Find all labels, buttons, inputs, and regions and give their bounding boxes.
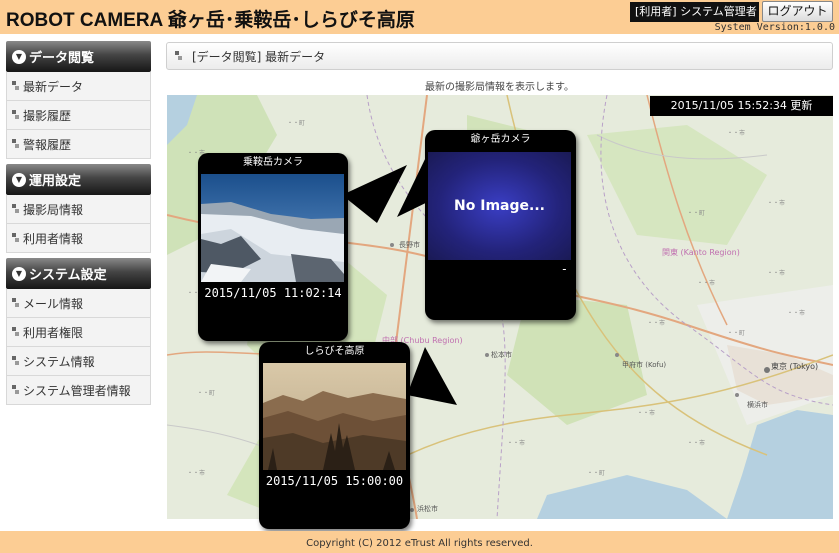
svg-text:・・市: ・・市 <box>787 309 805 317</box>
footer-copyright: Copyright (C) 2012 eTrust All rights res… <box>0 531 839 553</box>
sidebar-item-label: システム情報 <box>23 354 95 369</box>
logout-button[interactable]: ログアウト <box>762 1 833 22</box>
map-label-kanto: 関東 (Kanto Region) <box>662 247 740 257</box>
sidebar-item-label: 利用者権限 <box>23 325 84 340</box>
svg-text:・・市: ・・市 <box>767 199 785 207</box>
svg-text:・・町: ・・町 <box>197 390 215 397</box>
svg-text:・・市: ・・市 <box>187 469 205 477</box>
section-title: データ閲覧 <box>29 51 95 66</box>
map-label-yokohama: 横浜市 <box>747 400 768 409</box>
map-label-nagano: 長野市 <box>399 240 420 249</box>
camera-name: しらびそ高原 <box>304 346 365 357</box>
section-title: システム設定 <box>29 268 107 283</box>
sidebar-item-user-permissions[interactable]: 利用者権限 <box>6 318 151 347</box>
camera-popup-norikura: 乗鞍岳カメラ 2015/11/05 11:02:14 <box>198 153 348 341</box>
camera-thumbnail-shirabiso[interactable] <box>263 363 406 470</box>
bullet-icon <box>12 139 19 149</box>
svg-text:・・町: ・・町 <box>687 210 705 217</box>
bullet-icon <box>12 356 19 366</box>
breadcrumb: [データ閲覧] 最新データ <box>166 42 833 70</box>
map-label-matsumoto: 松本市 <box>491 350 512 359</box>
sidebar-item-system-info[interactable]: システム情報 <box>6 347 151 376</box>
section-header-data-view[interactable]: ▼ データ閲覧 <box>6 41 151 72</box>
svg-text:・・市: ・・市 <box>697 279 715 287</box>
sidebar-item-admin-info[interactable]: システム管理者情報 <box>6 376 151 405</box>
camera-capture-time: - <box>560 262 568 276</box>
section-header-operation[interactable]: ▼ 運用設定 <box>6 164 151 195</box>
svg-text:・・市: ・・市 <box>507 439 525 447</box>
svg-text:・・市: ・・市 <box>637 409 655 417</box>
svg-text:・・市: ・・市 <box>687 439 705 447</box>
svg-text:・・町: ・・町 <box>727 330 745 337</box>
bullet-icon <box>12 298 19 308</box>
header-bar: ROBOT CAMERA 爺ヶ岳･乗鞍岳･しらびそ高原 [利用者] システム管理… <box>0 0 839 34</box>
bullet-icon <box>12 327 19 337</box>
bullet-icon <box>12 233 19 243</box>
camera-popup-jii: 爺ヶ岳カメラ No Image... - <box>425 130 576 320</box>
section-title: 運用設定 <box>29 174 82 189</box>
chevron-down-icon: ▼ <box>12 172 26 187</box>
map-label-kofu: 甲府市 (Kofu) <box>622 360 666 369</box>
section-header-system[interactable]: ▼ システム設定 <box>6 258 151 289</box>
sidebar-item-label: 撮影履歴 <box>23 108 72 123</box>
svg-text:・・市: ・・市 <box>647 319 665 327</box>
camera-capture-time: 2015/11/05 11:02:14 <box>204 286 342 300</box>
svg-text:・・市: ・・市 <box>767 269 785 277</box>
system-version: System Version:1.0.0 <box>714 22 835 33</box>
sidebar-item-station-info[interactable]: 撮影局情報 <box>6 195 151 224</box>
svg-text:・・市: ・・市 <box>727 129 745 137</box>
user-badge: [利用者] システム管理者 <box>630 2 759 22</box>
sidebar-item-mail-info[interactable]: メール情報 <box>6 289 151 318</box>
sidebar-item-label: 利用者情報 <box>23 231 84 246</box>
app-title: ROBOT CAMERA 爺ヶ岳･乗鞍岳･しらびそ高原 <box>6 10 415 31</box>
bullet-icon <box>12 385 19 395</box>
sidebar-item-latest-data[interactable]: 最新データ <box>6 72 151 101</box>
sidebar-item-label: システム管理者情報 <box>23 383 131 398</box>
sidebar-item-label: メール情報 <box>23 296 84 311</box>
sidebar-item-label: 警報履歴 <box>23 137 72 152</box>
sidebar: ▼ データ閲覧 最新データ 撮影履歴 警報履歴 ▼ 運用設定 撮影局情報 利用者… <box>6 41 151 405</box>
camera-thumbnail-norikura[interactable] <box>201 174 344 282</box>
bullet-icon <box>12 110 19 120</box>
camera-popup-shirabiso: しらびそ高原 2015/11/05 15:00:00 <box>259 342 410 529</box>
page-description: 最新の撮影局情報を表示します。 <box>425 82 574 93</box>
map-label-hamamatsu: 浜松市 <box>417 504 438 513</box>
camera-capture-time: 2015/11/05 15:00:00 <box>265 474 404 488</box>
breadcrumb-text: [データ閲覧] 最新データ <box>192 49 326 64</box>
sidebar-item-label: 撮影局情報 <box>23 202 84 217</box>
camera-name: 爺ヶ岳カメラ <box>470 134 531 145</box>
svg-text:・・町: ・・町 <box>287 120 305 127</box>
sidebar-item-alarm-history[interactable]: 警報履歴 <box>6 130 151 159</box>
sidebar-item-capture-history[interactable]: 撮影履歴 <box>6 101 151 130</box>
camera-name: 乗鞍岳カメラ <box>243 157 303 168</box>
bullet-icon <box>175 51 184 61</box>
sidebar-item-label: 最新データ <box>23 79 84 94</box>
bullet-icon <box>12 204 19 214</box>
chevron-down-icon: ▼ <box>12 49 26 64</box>
map-label-tokyo: 東京 (Tokyo) <box>771 361 818 371</box>
bullet-icon <box>12 81 19 91</box>
sidebar-item-user-info[interactable]: 利用者情報 <box>6 224 151 253</box>
svg-text:・・町: ・・町 <box>587 470 605 477</box>
last-updated-timestamp: 2015/11/05 15:52:34 更新 <box>650 96 833 116</box>
chevron-down-icon: ▼ <box>12 266 26 281</box>
camera-thumbnail-jii[interactable]: No Image... <box>428 152 571 260</box>
